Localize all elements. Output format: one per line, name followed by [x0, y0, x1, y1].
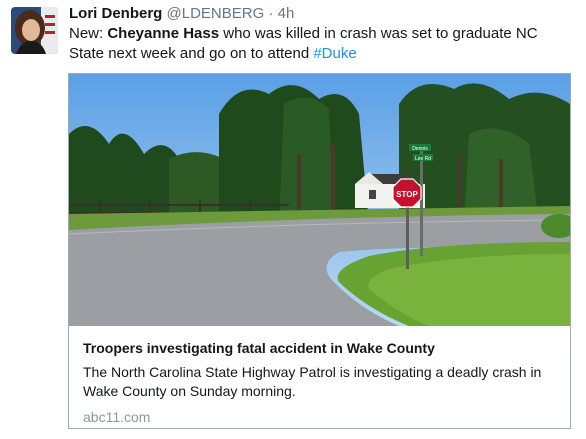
avatar-image [11, 7, 58, 54]
hashtag-link[interactable]: #Duke [313, 45, 356, 62]
stop-sign-text: STOP [396, 190, 418, 199]
card-body: Troopers investigating fatal accident in… [83, 339, 560, 426]
tweet-timestamp[interactable]: 4h [278, 5, 295, 22]
card-title[interactable]: Troopers investigating fatal accident in… [83, 339, 560, 357]
tweet-text: New: Cheyanne Hass who was killed in cra… [69, 24, 569, 64]
author-handle[interactable]: @LDENBERG [167, 5, 265, 22]
tweet-text-name: Cheyanne Hass [107, 25, 220, 42]
meta-separator: · [268, 5, 274, 22]
card-description: The North Carolina State Highway Patrol … [83, 364, 542, 399]
author-avatar[interactable] [11, 7, 58, 54]
author-name[interactable]: Lori Denberg [69, 5, 162, 22]
street-sign-top: Dennis [412, 146, 428, 152]
tweet-text-prefix: New: [69, 25, 108, 42]
card-domain: abc11.com [83, 409, 151, 425]
card-image: Dennis Lee Rd STOP [69, 74, 570, 326]
link-card[interactable]: Dennis Lee Rd STOP Troopers investigatin… [68, 73, 571, 429]
street-sign-bottom: Lee Rd [415, 156, 431, 162]
tweet-header: Lori Denberg @LDENBERG · 4h [69, 5, 294, 23]
